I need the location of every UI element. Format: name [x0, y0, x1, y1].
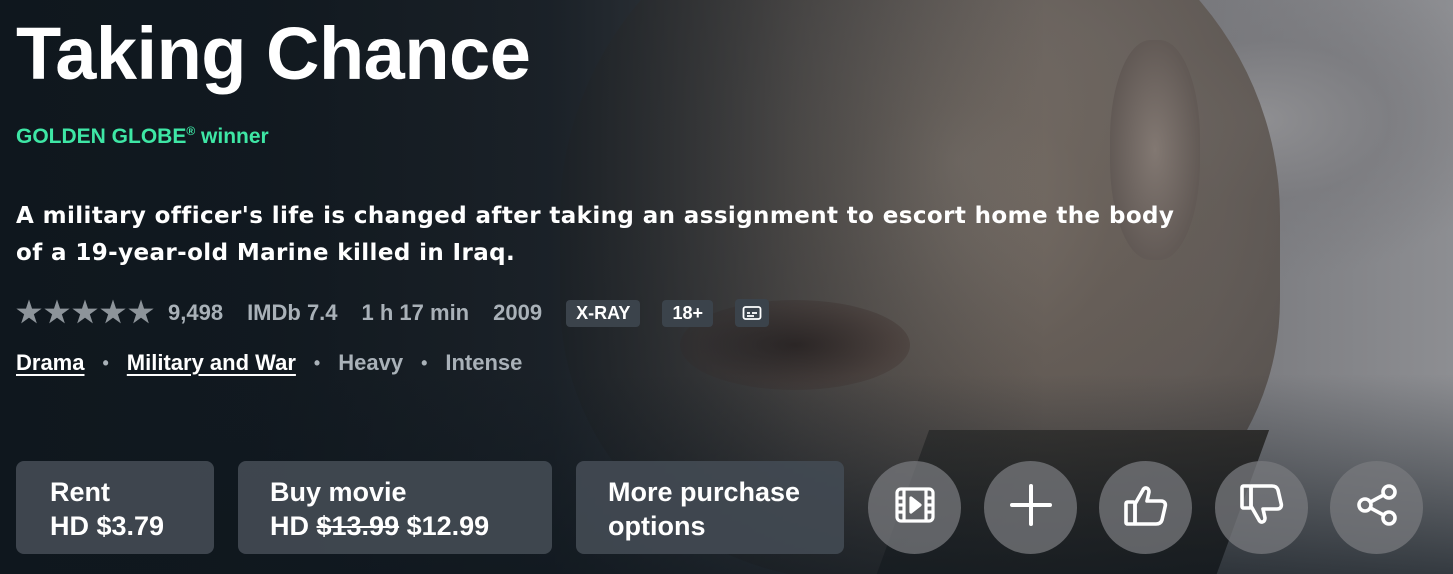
award-name: GOLDEN GLOBE — [16, 125, 187, 148]
rent-label: Rent — [50, 477, 110, 507]
star-rating[interactable]: ★ ★ ★ ★ ★ — [16, 296, 154, 329]
buy-new-price: $12.99 — [406, 511, 490, 541]
rating-count: 9,498 — [168, 300, 224, 325]
subtitles-icon — [734, 299, 769, 327]
xray-badge: X-RAY — [566, 299, 641, 327]
award-suffix: winner — [195, 125, 269, 148]
separator: • — [421, 352, 428, 373]
share-icon — [1354, 482, 1400, 533]
genre-row: Drama • Military and War • Heavy • Inten… — [16, 350, 522, 376]
buy-price-line: HD $13.99 $12.99 — [270, 509, 552, 543]
more-options-line1: More purchase — [608, 477, 801, 507]
release-year: 2009 — [493, 300, 543, 325]
star-icon: ★ — [16, 296, 42, 329]
age-rating-badge: 18+ — [662, 299, 713, 327]
mood-tag-heavy: Heavy — [338, 350, 404, 375]
share-button[interactable] — [1330, 461, 1423, 554]
synopsis: A military officer's life is changed aft… — [16, 203, 1175, 266]
more-options-line2: options — [608, 511, 706, 541]
trailer-icon — [894, 486, 936, 529]
separator: • — [102, 352, 109, 373]
genre-link-military-and-war[interactable]: Military and War — [127, 350, 296, 376]
thumbs-up-icon — [1123, 482, 1169, 533]
genre-link-drama[interactable]: Drama — [16, 350, 84, 376]
rent-button[interactable]: Rent HD $3.79 — [16, 461, 214, 554]
add-icon — [1009, 483, 1053, 532]
award-mark: ® — [186, 124, 196, 138]
add-to-watchlist-button[interactable] — [984, 461, 1077, 554]
dislike-button[interactable] — [1215, 461, 1308, 554]
star-icon: ★ — [128, 296, 154, 329]
star-icon: ★ — [44, 296, 70, 329]
buy-label: Buy movie — [270, 477, 407, 507]
rent-price: HD $3.79 — [50, 511, 165, 541]
buy-old-price: $13.99 — [316, 511, 400, 541]
trailer-button[interactable] — [868, 461, 961, 554]
award-label: GOLDEN GLOBE® winner — [16, 124, 269, 149]
mood-tag-intense: Intense — [445, 350, 523, 375]
separator: • — [313, 352, 321, 373]
buy-quality: HD — [270, 511, 317, 541]
runtime: 1 h 17 min — [361, 300, 470, 325]
metadata-row: ★ ★ ★ ★ ★ 9,498 IMDb 7.4 1 h 17 min 2009… — [16, 296, 769, 330]
buy-movie-button[interactable]: Buy movie HD $13.99 $12.99 — [238, 461, 552, 554]
thumbs-down-icon — [1239, 482, 1285, 533]
imdb-rating: IMDb 7.4 — [247, 300, 338, 325]
star-icon: ★ — [72, 296, 98, 329]
page-title: Taking Chance — [16, 12, 531, 95]
more-purchase-options-button[interactable]: More purchase options — [576, 461, 844, 554]
like-button[interactable] — [1099, 461, 1192, 554]
star-icon: ★ — [100, 296, 126, 329]
